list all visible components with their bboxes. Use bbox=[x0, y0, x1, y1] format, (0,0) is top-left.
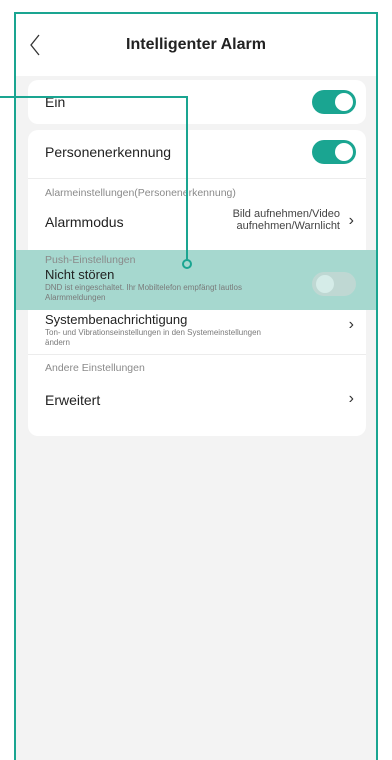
alarmmodus-row[interactable]: Alarmmodus Bild aufnehmen/Video aufnehme… bbox=[28, 202, 366, 242]
chevron-right-icon: › bbox=[348, 316, 354, 333]
nicht-stoeren-desc-line1: DND ist eingeschaltet. Ihr Mobiltelefon … bbox=[45, 283, 242, 292]
systembenachrichtigung-description: Ton- und Vibrationseinstellungen in den … bbox=[45, 328, 261, 348]
systembenachrichtigung-label: Systembenachrichtigung bbox=[45, 312, 188, 327]
personenerkennung-toggle[interactable] bbox=[312, 140, 356, 164]
ein-toggle[interactable] bbox=[312, 90, 356, 114]
divider bbox=[28, 354, 366, 355]
other-section-label: Andere Einstellungen bbox=[45, 362, 145, 374]
alarmmodus-label: Alarmmodus bbox=[45, 214, 124, 230]
systembenachrichtigung-desc-line1: Ton- und Vibrationseinstellungen in den … bbox=[45, 328, 261, 337]
alarmmodus-value-line1: Bild aufnehmen/Video bbox=[232, 208, 340, 220]
settings-card: Personenerkennung Alarmeinstellungen(Per… bbox=[16, 130, 376, 436]
nicht-stoeren-desc-line2: Alarmmeldungen bbox=[45, 293, 106, 302]
personenerkennung-label: Personenerkennung bbox=[45, 144, 172, 160]
phone-screen: Intelligenter Alarm Ein Personenerkennun… bbox=[14, 12, 378, 760]
callout-marker bbox=[182, 259, 192, 269]
nicht-stoeren-label: Nicht stören bbox=[45, 267, 115, 282]
page-title: Intelligenter Alarm bbox=[126, 36, 266, 53]
personenerkennung-row: Personenerkennung bbox=[28, 130, 366, 174]
chevron-right-icon: › bbox=[348, 212, 354, 229]
ein-card: Ein bbox=[28, 80, 366, 124]
systembenachrichtigung-row[interactable]: Systembenachrichtigung Ton- und Vibratio… bbox=[28, 312, 366, 354]
callout-line-horizontal bbox=[0, 96, 188, 98]
nav-bar: Intelligenter Alarm bbox=[16, 14, 376, 76]
nicht-stoeren-toggle[interactable] bbox=[312, 272, 356, 296]
alarmmodus-value: Bild aufnehmen/Video aufnehmen/Warnlicht bbox=[233, 208, 340, 232]
erweitert-label: Erweitert bbox=[45, 392, 101, 408]
alarmmodus-value-line2: aufnehmen/Warnlicht bbox=[236, 220, 340, 232]
nicht-stoeren-description: DND ist eingeschaltet. Ihr Mobiltelefon … bbox=[45, 283, 242, 303]
divider bbox=[28, 178, 366, 179]
systembenachrichtigung-desc-line2: ändern bbox=[45, 338, 70, 347]
callout-line-vertical bbox=[186, 96, 188, 261]
push-section-label: Push-Einstellungen bbox=[45, 254, 136, 266]
toggle-knob bbox=[316, 275, 334, 293]
toggle-knob bbox=[335, 93, 353, 111]
chevron-right-icon: › bbox=[348, 390, 354, 407]
alarm-section-label: Alarmeinstellungen(Personenerkennung) bbox=[45, 187, 236, 199]
erweitert-row[interactable]: Erweitert › bbox=[28, 380, 366, 420]
toggle-knob bbox=[335, 143, 353, 161]
